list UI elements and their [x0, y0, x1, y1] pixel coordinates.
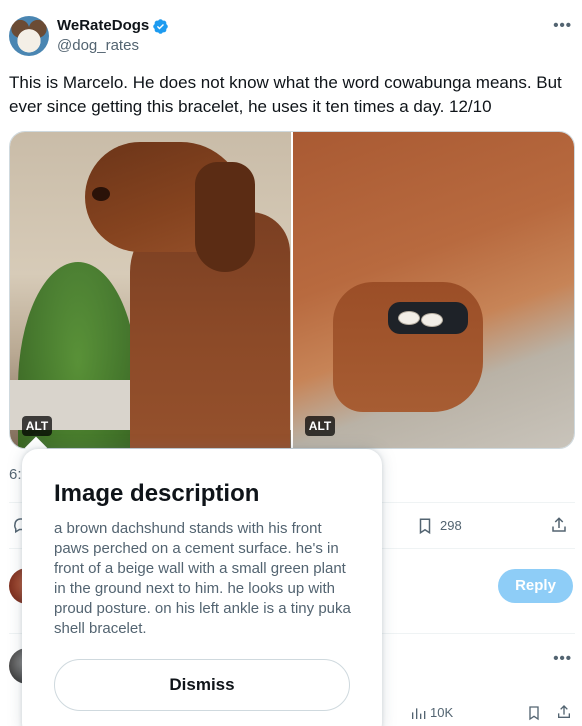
dog-nose-shape: [92, 187, 110, 201]
alt-badge[interactable]: ALT: [305, 416, 335, 436]
image-description-popover: Image description a brown dachshund stan…: [22, 449, 382, 726]
author-avatar[interactable]: [9, 16, 49, 56]
tweet-media[interactable]: [9, 131, 575, 449]
dog-ear-shape: [195, 162, 255, 272]
puka-shell: [421, 313, 443, 327]
more-icon[interactable]: •••: [553, 650, 572, 667]
popover-description: a brown dachshund stands with his front …: [54, 520, 351, 637]
share-icon[interactable]: [556, 704, 572, 720]
more-icon[interactable]: •••: [553, 17, 572, 34]
reply-button[interactable]: Reply: [498, 569, 573, 603]
photo-bracelet-closeup[interactable]: [293, 132, 574, 448]
bookmark-count: 298: [440, 518, 462, 533]
views-count: 10K: [430, 705, 454, 720]
alt-badge[interactable]: ALT: [22, 416, 52, 436]
dismiss-button[interactable]: Dismiss: [54, 659, 350, 711]
tweet-timestamp[interactable]: 6:: [9, 466, 22, 483]
views-icon[interactable]: [410, 705, 426, 721]
bookmark-icon[interactable]: [526, 704, 542, 722]
verified-badge-icon: [153, 19, 168, 34]
puka-shell: [398, 311, 420, 325]
share-icon[interactable]: [550, 516, 568, 534]
author-display-name[interactable]: WeRateDogs: [57, 17, 149, 35]
author-handle[interactable]: @dog_rates: [57, 37, 139, 55]
bookmark-icon[interactable]: [416, 516, 434, 536]
popover-title: Image description: [54, 480, 260, 507]
photo-dachshund-portrait[interactable]: [10, 132, 291, 448]
tweet-text: This is Marcelo. He does not know what t…: [9, 73, 562, 116]
